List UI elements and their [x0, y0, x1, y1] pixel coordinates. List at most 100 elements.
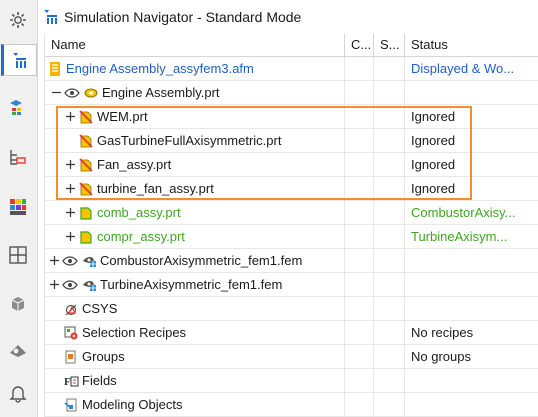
visibility-eye-icon[interactable] — [62, 253, 78, 269]
node-comb-assy-prt[interactable]: comb_assy.prt — [65, 201, 181, 224]
tree-row[interactable]: Engine Assembly_assyfem3.afm Displayed & … — [45, 57, 538, 81]
groups-icon — [63, 349, 79, 365]
node-label: TurbineAxisymmetric_fem1.fem — [100, 277, 283, 292]
part-icon[interactable] — [3, 289, 33, 319]
tree-row[interactable]: CombustorAxisymmetric_fem1.fem — [45, 249, 538, 273]
node-groups[interactable]: Groups — [63, 345, 125, 368]
bell-icon[interactable] — [3, 378, 33, 408]
green-prt-icon — [78, 205, 94, 221]
node-wem-prt[interactable]: WEM.prt — [65, 105, 148, 128]
ignored-prt-icon — [78, 109, 94, 125]
tree-row[interactable]: turbine_fan_assy.prt Ignored — [45, 177, 538, 201]
node-label: CombustorAxisymmetric_fem1.fem — [100, 253, 303, 268]
tree-row[interactable]: TurbineAxisymmetric_fem1.fem — [45, 273, 538, 297]
assembly-fem-icon[interactable] — [3, 143, 33, 173]
c-cell — [345, 321, 374, 344]
sim-navigator-icon — [42, 8, 60, 26]
c-cell — [345, 369, 374, 392]
expand-icon[interactable] — [65, 231, 76, 242]
ignored-prt-icon — [78, 181, 94, 197]
sim-navigator-icon[interactable] — [1, 44, 37, 76]
node-gas-turbine-prt[interactable]: GasTurbineFullAxisymmetric.prt — [78, 129, 281, 152]
column-header-name[interactable]: Name — [45, 34, 345, 56]
c-cell — [345, 177, 374, 200]
status-cell: Ignored — [411, 133, 456, 148]
node-combustor-fem[interactable]: CombustorAxisymmetric_fem1.fem — [49, 249, 302, 272]
s-cell — [374, 345, 405, 368]
c-cell — [345, 201, 374, 224]
c-cell — [345, 273, 374, 296]
node-selection-recipes[interactable]: Selection Recipes — [63, 321, 186, 344]
s-cell — [374, 249, 405, 272]
name-cell: comb_assy.prt — [45, 201, 345, 224]
node-compr-assy-prt[interactable]: compr_assy.prt — [65, 225, 185, 248]
tree-row[interactable]: Fan_assy.prt Ignored — [45, 153, 538, 177]
tree-row[interactable]: comb_assy.prt CombustorAxisy... — [45, 201, 538, 225]
expand-icon[interactable] — [49, 255, 60, 266]
collapse-icon[interactable] — [51, 87, 62, 98]
tree-row[interactable]: Selection Recipes No recipes — [45, 321, 538, 345]
c-cell — [345, 81, 374, 104]
node-csys[interactable]: CSYS — [63, 297, 117, 320]
s-cell — [374, 201, 405, 224]
results-icon[interactable] — [3, 192, 33, 222]
afm-icon — [47, 61, 63, 77]
name-cell: TurbineAxisymmetric_fem1.fem — [45, 273, 345, 296]
c-cell — [345, 393, 374, 416]
node-fan-assy-prt[interactable]: Fan_assy.prt — [65, 153, 171, 176]
visibility-eye-icon[interactable] — [64, 85, 80, 101]
status-cell: Ignored — [411, 109, 456, 124]
name-cell: Selection Recipes — [45, 321, 345, 344]
fem-icon[interactable] — [3, 93, 33, 123]
tree-row[interactable]: WEM.prt Ignored — [45, 105, 538, 129]
node-engine-assembly-prt[interactable]: Engine Assembly.prt — [51, 81, 220, 104]
column-header-s[interactable]: S... — [374, 34, 405, 56]
tree-row[interactable]: Modeling Objects — [45, 393, 538, 417]
expand-icon[interactable] — [65, 207, 76, 218]
c-cell — [345, 225, 374, 248]
node-modeling-objects[interactable]: Modeling Objects — [63, 393, 182, 416]
status-cell: Displayed & Wo... — [411, 61, 515, 76]
name-cell: CSYS — [45, 297, 345, 320]
c-cell — [345, 249, 374, 272]
name-cell: F Fields — [45, 369, 345, 392]
layout-icon[interactable] — [3, 240, 33, 270]
status-cell: No groups — [411, 349, 471, 364]
name-cell: Engine Assembly.prt — [45, 81, 345, 104]
tree-row[interactable]: F Fields — [45, 369, 538, 393]
tree-row[interactable]: CSYS — [45, 297, 538, 321]
tree-row[interactable]: GasTurbineFullAxisymmetric.prt Ignored — [45, 129, 538, 153]
expand-icon[interactable] — [65, 159, 76, 170]
s-cell — [374, 297, 405, 320]
node-engine-assembly-afm[interactable]: Engine Assembly_assyfem3.afm — [47, 57, 254, 80]
column-header-c[interactable]: C... — [345, 34, 374, 56]
node-turbine-fem[interactable]: TurbineAxisymmetric_fem1.fem — [49, 273, 282, 296]
visibility-eye-icon[interactable] — [62, 277, 78, 293]
tree-row[interactable]: Groups No groups — [45, 345, 538, 369]
node-fields[interactable]: F Fields — [63, 369, 117, 392]
s-cell — [374, 225, 405, 248]
expand-icon[interactable] — [65, 111, 76, 122]
name-cell: Engine Assembly_assyfem3.afm — [45, 57, 345, 80]
c-cell — [345, 129, 374, 152]
tree-row[interactable]: compr_assy.prt TurbineAxisym... — [45, 225, 538, 249]
node-turbine-fan-assy-prt[interactable]: turbine_fan_assy.prt — [65, 177, 214, 200]
column-header-status[interactable]: Status — [405, 34, 538, 56]
fem-file-icon — [81, 253, 97, 269]
s-cell — [374, 81, 405, 104]
tree-row[interactable]: Engine Assembly.prt — [45, 81, 538, 105]
status-cell — [405, 249, 538, 272]
role-icon[interactable] — [3, 334, 33, 364]
node-label: Engine Assembly_assyfem3.afm — [66, 61, 254, 76]
s-cell — [374, 57, 405, 80]
s-cell — [374, 369, 405, 392]
name-cell: Modeling Objects — [45, 393, 345, 416]
node-label: compr_assy.prt — [97, 229, 185, 244]
status-cell: No recipes — [411, 325, 474, 340]
node-label: comb_assy.prt — [97, 205, 181, 220]
expand-icon[interactable] — [65, 183, 76, 194]
node-label: GasTurbineFullAxisymmetric.prt — [97, 133, 282, 148]
expand-icon[interactable] — [49, 279, 60, 290]
gear-icon[interactable] — [3, 5, 33, 35]
name-cell: GasTurbineFullAxisymmetric.prt — [45, 129, 345, 152]
